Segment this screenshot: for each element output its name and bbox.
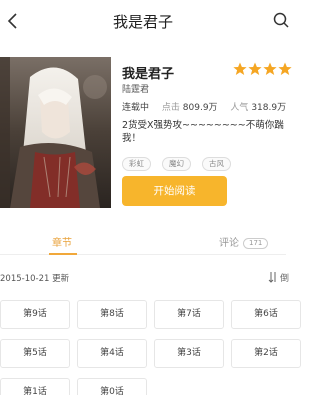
status-text: 连载中 xyxy=(122,103,150,113)
comment-count-badge: 171 xyxy=(243,238,269,249)
chapter-button[interactable]: 第3话 xyxy=(154,339,224,368)
start-reading-button[interactable]: 开始阅读 xyxy=(122,176,227,206)
clicks-label: 点击 xyxy=(161,103,180,113)
tag-chip[interactable]: 魔幻 xyxy=(162,157,191,171)
star-icon xyxy=(263,62,277,75)
sort-icon[interactable] xyxy=(268,271,277,283)
tag-chip[interactable]: 古风 xyxy=(202,157,231,171)
chapter-button[interactable]: 第1话 xyxy=(0,378,70,395)
tab-chapters[interactable]: 章节 xyxy=(52,234,72,249)
chapter-button[interactable]: 第2话 xyxy=(231,339,301,368)
clicks-value: 809.9万 xyxy=(182,103,218,113)
star-icon xyxy=(233,62,247,75)
tag-list: 彩虹 魔幻 古风 xyxy=(122,151,242,171)
page-title: 我是君子 xyxy=(112,13,173,31)
chapter-button[interactable]: 第7话 xyxy=(154,300,224,329)
book-author[interactable]: 陆霆君 xyxy=(122,82,149,95)
star-icon xyxy=(248,62,262,75)
book-title: 我是君子 xyxy=(122,67,175,82)
chapter-button[interactable]: 第0话 xyxy=(77,378,147,395)
chapter-button[interactable]: 第6话 xyxy=(231,300,301,329)
tab-comments-label: 评论 xyxy=(219,238,239,249)
summary-line: 2货受X强势攻~~~~~~~~不萌你踹 xyxy=(122,120,284,131)
book-stats: 连载中 点击 809.9万 人气 318.9万 xyxy=(122,100,286,113)
popularity-label: 人气 xyxy=(230,103,249,113)
star-icon xyxy=(278,62,292,75)
top-bar: 我是君子 xyxy=(0,0,289,42)
detail-tabs: 章节 评论 171 xyxy=(0,231,286,255)
rating-stars xyxy=(233,61,293,80)
popularity-value: 318.9万 xyxy=(251,103,287,113)
book-summary: 2货受X强势攻~~~~~~~~不萌你踹 我！ xyxy=(122,119,292,145)
active-tab-indicator xyxy=(49,253,77,255)
chapter-button[interactable]: 第8话 xyxy=(77,300,147,329)
update-date: 2015-10-21 更新 xyxy=(0,274,70,284)
search-icon[interactable] xyxy=(273,12,289,28)
book-cover-image[interactable] xyxy=(0,57,111,208)
chapter-button[interactable]: 第9话 xyxy=(0,300,70,329)
tab-comments[interactable]: 评论 171 xyxy=(219,234,269,249)
chapter-button[interactable]: 第4话 xyxy=(77,339,147,368)
sort-label[interactable]: 倒 xyxy=(280,271,289,284)
tag-chip[interactable]: 彩虹 xyxy=(122,157,151,171)
summary-line: 我！ xyxy=(122,133,142,144)
chapter-button[interactable]: 第5话 xyxy=(0,339,70,368)
